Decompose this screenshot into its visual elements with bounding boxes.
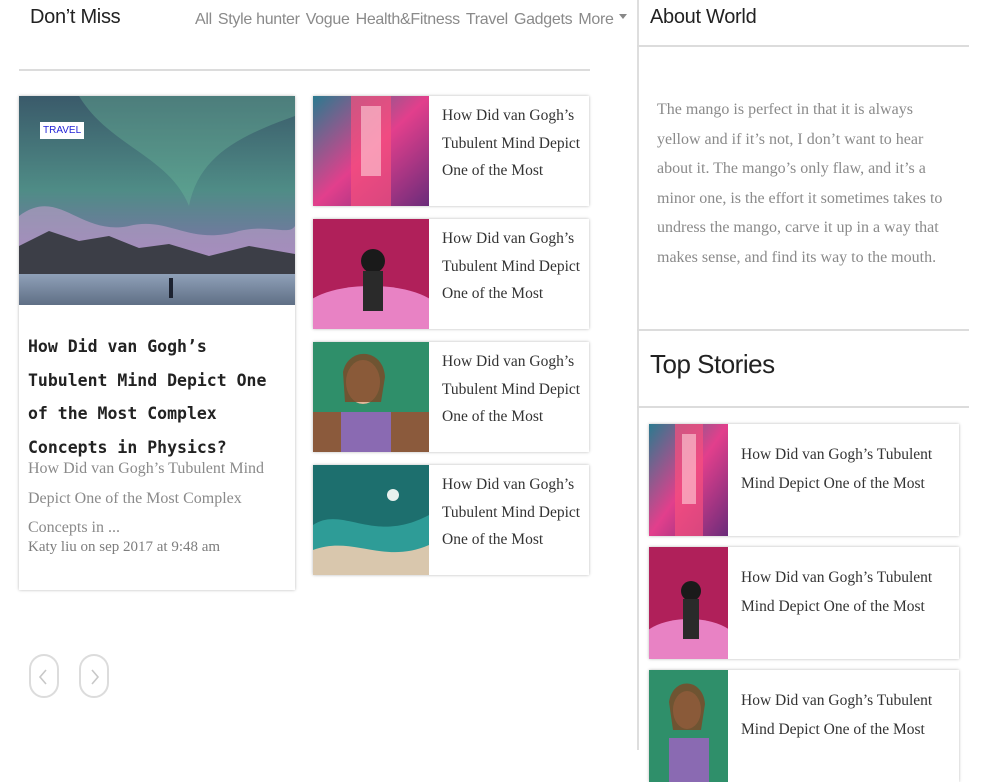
caret-down-icon: [618, 14, 627, 20]
sidebar-divider: [637, 0, 639, 750]
article-card[interactable]: How Did van Gogh’s Tubulent Mind Depict …: [313, 342, 589, 452]
prev-button[interactable]: [29, 654, 59, 698]
dont-miss-heading: Don’t Miss: [30, 6, 121, 28]
top-story-thumbnail[interactable]: [649, 670, 728, 782]
article-thumbnail[interactable]: [313, 342, 429, 452]
featured-article-title[interactable]: How Did van Gogh’s Tubulent Mind Depict …: [28, 330, 290, 464]
category-filter-bar: All Style hunter Vogue Health&Fitness Tr…: [195, 11, 627, 29]
filter-more-dropdown[interactable]: More: [578, 11, 627, 29]
top-story-thumbnail[interactable]: [649, 424, 728, 536]
article-thumbnail[interactable]: [313, 96, 429, 206]
filter-health-fitness[interactable]: Health&Fitness: [356, 11, 461, 29]
article-card[interactable]: How Did van Gogh’s Tubulent Mind Depict …: [313, 96, 589, 206]
section-divider: [637, 406, 969, 408]
article-title[interactable]: How Did van Gogh’s Tubulent Mind Depict …: [442, 225, 582, 308]
article-title[interactable]: How Did van Gogh’s Tubulent Mind Depict …: [442, 348, 582, 431]
section-divider: [19, 69, 590, 71]
article-title[interactable]: How Did van Gogh’s Tubulent Mind Depict …: [442, 102, 582, 185]
filter-style-hunter[interactable]: Style hunter: [218, 11, 300, 29]
article-thumbnail[interactable]: [313, 465, 429, 575]
top-story-card[interactable]: How Did van Gogh’s Tubulent Mind Depict …: [649, 547, 959, 659]
top-story-title[interactable]: How Did van Gogh’s Tubulent Mind Depict …: [741, 440, 953, 498]
next-button[interactable]: [79, 654, 109, 698]
about-world-heading: About World: [650, 6, 757, 28]
filter-vogue[interactable]: Vogue: [306, 11, 350, 29]
section-divider: [637, 45, 969, 47]
article-card[interactable]: How Did van Gogh’s Tubulent Mind Depict …: [313, 465, 589, 575]
top-story-card[interactable]: How Did van Gogh’s Tubulent Mind Depict …: [649, 424, 959, 536]
top-story-title[interactable]: How Did van Gogh’s Tubulent Mind Depict …: [741, 686, 953, 744]
featured-article-excerpt: How Did van Gogh’s Tubulent Mind Depict …: [28, 460, 265, 536]
featured-article-card[interactable]: TRAVEL How Did van Gogh’s Tubulent Mind …: [19, 96, 295, 590]
category-tag-travel[interactable]: TRAVEL: [40, 122, 85, 139]
article-title[interactable]: How Did van Gogh’s Tubulent Mind Depict …: [442, 471, 582, 554]
featured-article-image[interactable]: TRAVEL: [19, 96, 295, 305]
top-story-title[interactable]: How Did van Gogh’s Tubulent Mind Depict …: [741, 563, 953, 621]
article-card[interactable]: How Did van Gogh’s Tubulent Mind Depict …: [313, 219, 589, 329]
filter-gadgets[interactable]: Gadgets: [514, 11, 573, 29]
top-story-card[interactable]: How Did van Gogh’s Tubulent Mind Depict …: [649, 670, 959, 782]
chevron-left-icon: [38, 669, 47, 685]
filter-all[interactable]: All: [195, 11, 212, 29]
featured-article-meta: Katy liu on sep 2017 at 9:48 am: [28, 539, 221, 555]
filter-travel[interactable]: Travel: [466, 11, 508, 29]
filter-more-label: More: [578, 11, 614, 28]
about-world-text: The mango is perfect in that it is alway…: [657, 101, 943, 266]
section-divider: [637, 329, 969, 331]
article-thumbnail[interactable]: [313, 219, 429, 329]
chevron-right-icon: [91, 669, 100, 685]
top-story-thumbnail[interactable]: [649, 547, 728, 659]
top-stories-heading: Top Stories: [650, 349, 775, 379]
